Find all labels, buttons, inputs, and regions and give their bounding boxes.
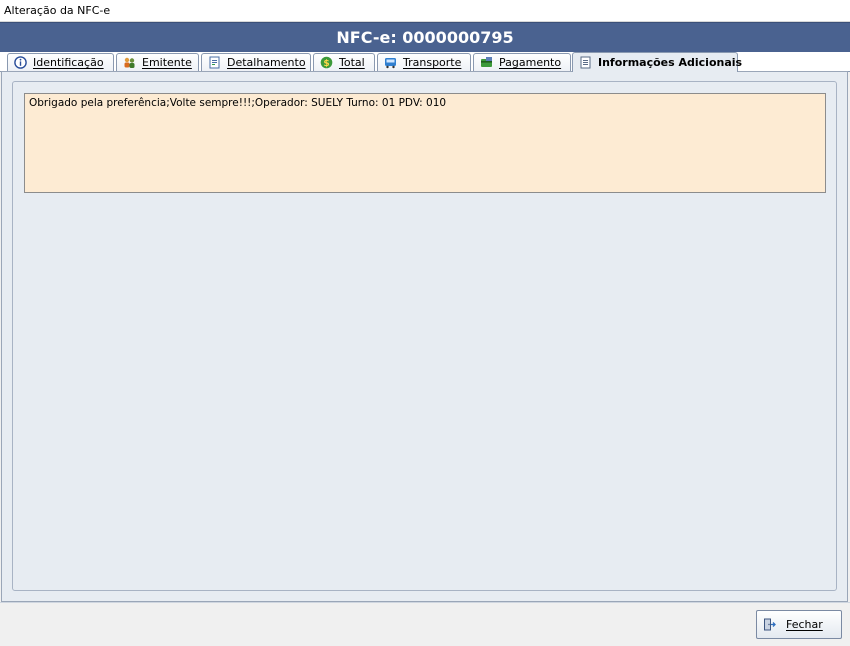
- notes-icon: [580, 56, 591, 69]
- document-icon: [209, 56, 220, 69]
- tab-pagamento[interactable]: Pagamento: [473, 53, 571, 71]
- tab-informacoes-adicionais[interactable]: Informações Adicionais: [572, 52, 742, 72]
- footer-bar: Fechar: [0, 602, 850, 646]
- bus-icon: [385, 58, 396, 69]
- close-button-label: Fechar: [786, 618, 823, 631]
- tab-identificacao[interactable]: Identificação: [7, 53, 114, 71]
- dollar-icon: $: [320, 56, 333, 69]
- additional-info-textarea[interactable]: Obrigado pela preferência;Volte sempre!!…: [24, 93, 826, 193]
- additional-info-group: Obrigado pela preferência;Volte sempre!!…: [12, 81, 837, 591]
- exit-door-icon: [764, 618, 776, 631]
- tab-content-panel: Obrigado pela preferência;Volte sempre!!…: [1, 71, 848, 602]
- tab-label: Detalhamento: [227, 56, 306, 69]
- window-title: Alteração da NFC-e: [4, 4, 111, 17]
- tab-label: Pagamento: [499, 56, 562, 69]
- tab-detalhamento[interactable]: Detalhamento: [201, 53, 311, 71]
- page-title: NFC-e: 0000000795: [0, 22, 850, 52]
- info-icon: [14, 56, 27, 69]
- tab-label: Informações Adicionais: [598, 56, 743, 69]
- tab-label: Emitente: [142, 56, 192, 69]
- window-titlebar: Alteração da NFC-e: [0, 0, 850, 22]
- people-icon: [124, 57, 135, 68]
- tab-label: Identificação: [33, 56, 104, 69]
- tab-label: Total: [339, 56, 365, 69]
- tab-transporte[interactable]: Transporte: [377, 53, 471, 71]
- tab-label: Transporte: [403, 56, 462, 69]
- close-button[interactable]: Fechar: [756, 610, 842, 639]
- tab-emitente[interactable]: Emitente: [116, 53, 199, 71]
- payment-icon: [481, 57, 492, 67]
- svg-text:$: $: [323, 59, 329, 69]
- tab-total[interactable]: $ Total: [313, 53, 375, 71]
